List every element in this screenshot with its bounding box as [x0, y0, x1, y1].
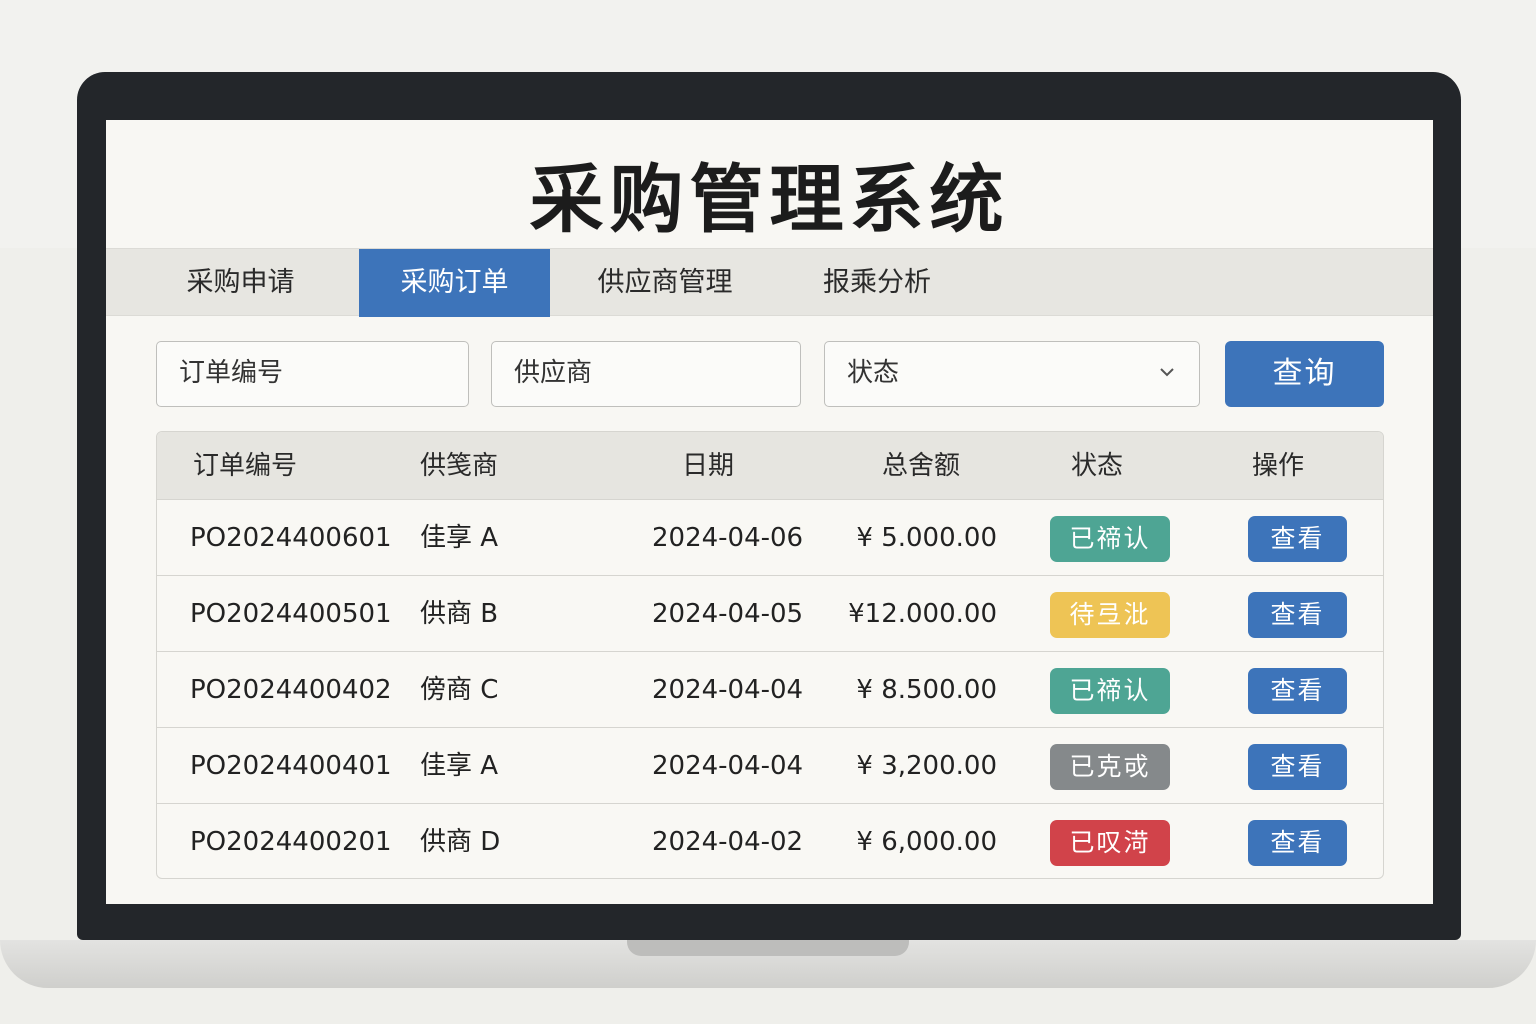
query-button[interactable]: 查询	[1225, 341, 1384, 407]
status-badge: 已叹渮	[1050, 820, 1170, 866]
status-badge: 已克戓	[1050, 744, 1170, 790]
order-no-cell: PO2024400201	[190, 827, 392, 857]
table-header: 订单编号 供笺商 日期 总舍额 状态 操作	[157, 432, 1383, 500]
status-badge: 已禘认	[1050, 516, 1170, 562]
status-badge: 待弖沘	[1050, 592, 1170, 638]
view-button[interactable]: 查看	[1248, 592, 1347, 638]
order-number-input[interactable]	[179, 358, 468, 388]
order-no-cell: PO2024400401	[190, 751, 392, 781]
chevron-down-icon	[1160, 368, 1174, 377]
supplier-cell: 供商 D	[420, 827, 501, 857]
page-title: 采购管理系统	[529, 157, 1010, 243]
app-screen: 采购管理系统 采购申请 采购订单 供应商管理 报乘分析 状态 查询 订单编号 供…	[106, 120, 1433, 904]
view-button[interactable]: 查看	[1248, 820, 1347, 866]
header-status: 状态	[1071, 451, 1124, 481]
status-badge: 已禘认	[1050, 668, 1170, 714]
table-row: PO2024400401 佳享 A 2024-04-04 ¥ 3,200.00 …	[157, 728, 1383, 804]
tab-purchase-order[interactable]: 采购订单	[359, 249, 550, 317]
status-select-value: 状态	[847, 358, 900, 388]
amount-cell: ¥12.000.00	[848, 599, 997, 629]
table-row: PO2024400501 供商 B 2024-04-05 ¥12.000.00 …	[157, 576, 1383, 652]
table-row: PO2024400601 佳享 A 2024-04-06 ¥ 5.000.00 …	[157, 500, 1383, 576]
header-supplier: 供笺商	[420, 451, 499, 481]
order-no-cell: PO2024400501	[190, 599, 392, 629]
view-button[interactable]: 查看	[1248, 744, 1347, 790]
amount-cell: ¥ 5.000.00	[856, 523, 997, 553]
date-cell: 2024-04-02	[652, 827, 804, 857]
order-number-field[interactable]	[156, 341, 469, 407]
view-button[interactable]: 查看	[1248, 668, 1347, 714]
header-date: 日期	[682, 451, 735, 481]
tab-report-analysis[interactable]: 报乘分析	[802, 249, 952, 317]
supplier-field[interactable]	[491, 341, 801, 407]
order-no-cell: PO2024400402	[190, 675, 392, 705]
supplier-cell: 供商 B	[420, 599, 499, 629]
supplier-input[interactable]	[514, 358, 800, 388]
amount-cell: ¥ 6,000.00	[856, 827, 997, 857]
tab-bar: 采购申请 采购订单 供应商管理 报乘分析	[106, 248, 1433, 317]
table-row: PO2024400201 供商 D 2024-04-02 ¥ 6,000.00 …	[157, 804, 1383, 878]
order-no-cell: PO2024400601	[190, 523, 392, 553]
amount-cell: ¥ 3,200.00	[856, 751, 997, 781]
header-order-no: 订单编号	[193, 451, 298, 481]
header-action: 操作	[1252, 451, 1305, 481]
tab-purchase-request[interactable]: 采购申请	[143, 249, 338, 317]
supplier-cell: 傍商 C	[420, 675, 499, 705]
date-cell: 2024-04-04	[652, 751, 804, 781]
tab-supplier-management[interactable]: 供应商管理	[576, 249, 754, 317]
date-cell: 2024-04-04	[652, 675, 804, 705]
supplier-cell: 佳享 A	[420, 523, 499, 553]
order-table: 订单编号 供笺商 日期 总舍额 状态 操作 PO2024400601 佳享 A …	[156, 431, 1384, 879]
status-select[interactable]: 状态	[824, 341, 1200, 407]
supplier-cell: 佳享 A	[420, 751, 499, 781]
view-button[interactable]: 查看	[1248, 516, 1347, 562]
header-amount: 总舍额	[882, 451, 961, 481]
date-cell: 2024-04-06	[652, 523, 804, 553]
laptop-notch	[627, 940, 909, 956]
date-cell: 2024-04-05	[652, 599, 804, 629]
table-row: PO2024400402 傍商 C 2024-04-04 ¥ 8.500.00 …	[157, 652, 1383, 728]
amount-cell: ¥ 8.500.00	[856, 675, 997, 705]
